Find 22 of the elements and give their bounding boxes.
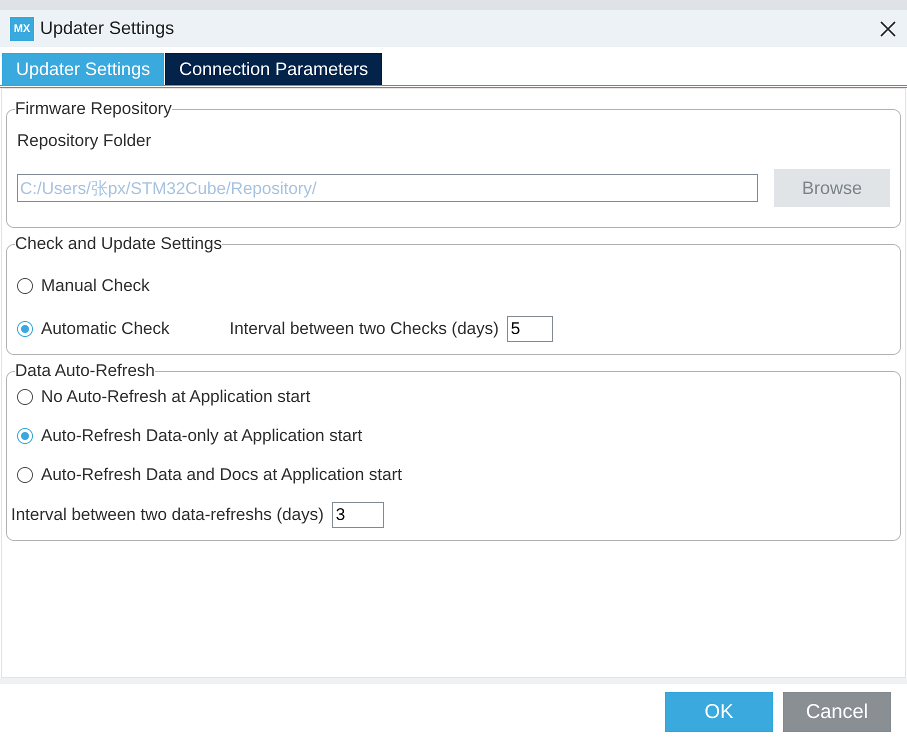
radio-button[interactable]: [17, 321, 33, 337]
radio-option[interactable]: No Auto-Refresh at Application start: [17, 387, 890, 407]
radio-option[interactable]: Auto-Refresh Data-only at Application start: [17, 426, 890, 446]
radio-option[interactable]: Auto-Refresh Data and Docs at Application start: [17, 465, 890, 485]
close-icon[interactable]: [879, 20, 897, 38]
radio-button[interactable]: [17, 467, 33, 483]
radio-option[interactable]: Manual Check: [17, 276, 890, 296]
radio-button[interactable]: [17, 389, 33, 405]
group-title: Check and Update Settings: [15, 234, 222, 254]
radio-option[interactable]: Automatic Check: [17, 319, 170, 339]
field-label: Repository Folder: [17, 131, 152, 151]
field-label: Interval between two Checks (days): [230, 319, 499, 339]
tab[interactable]: Connection Parameters: [165, 53, 382, 85]
field-label: Interval between two data-refreshs (days): [11, 505, 324, 525]
input-field[interactable]: 3: [332, 502, 384, 528]
radio-button[interactable]: [17, 428, 33, 444]
window-title: Updater Settings: [40, 18, 176, 39]
input-field[interactable]: 5: [506, 316, 553, 342]
app-logo: MX: [10, 16, 34, 40]
radio-button[interactable]: [17, 278, 33, 294]
group-title: Data Auto-Refresh: [15, 361, 155, 381]
group-title: Firmware Repository: [15, 99, 172, 119]
